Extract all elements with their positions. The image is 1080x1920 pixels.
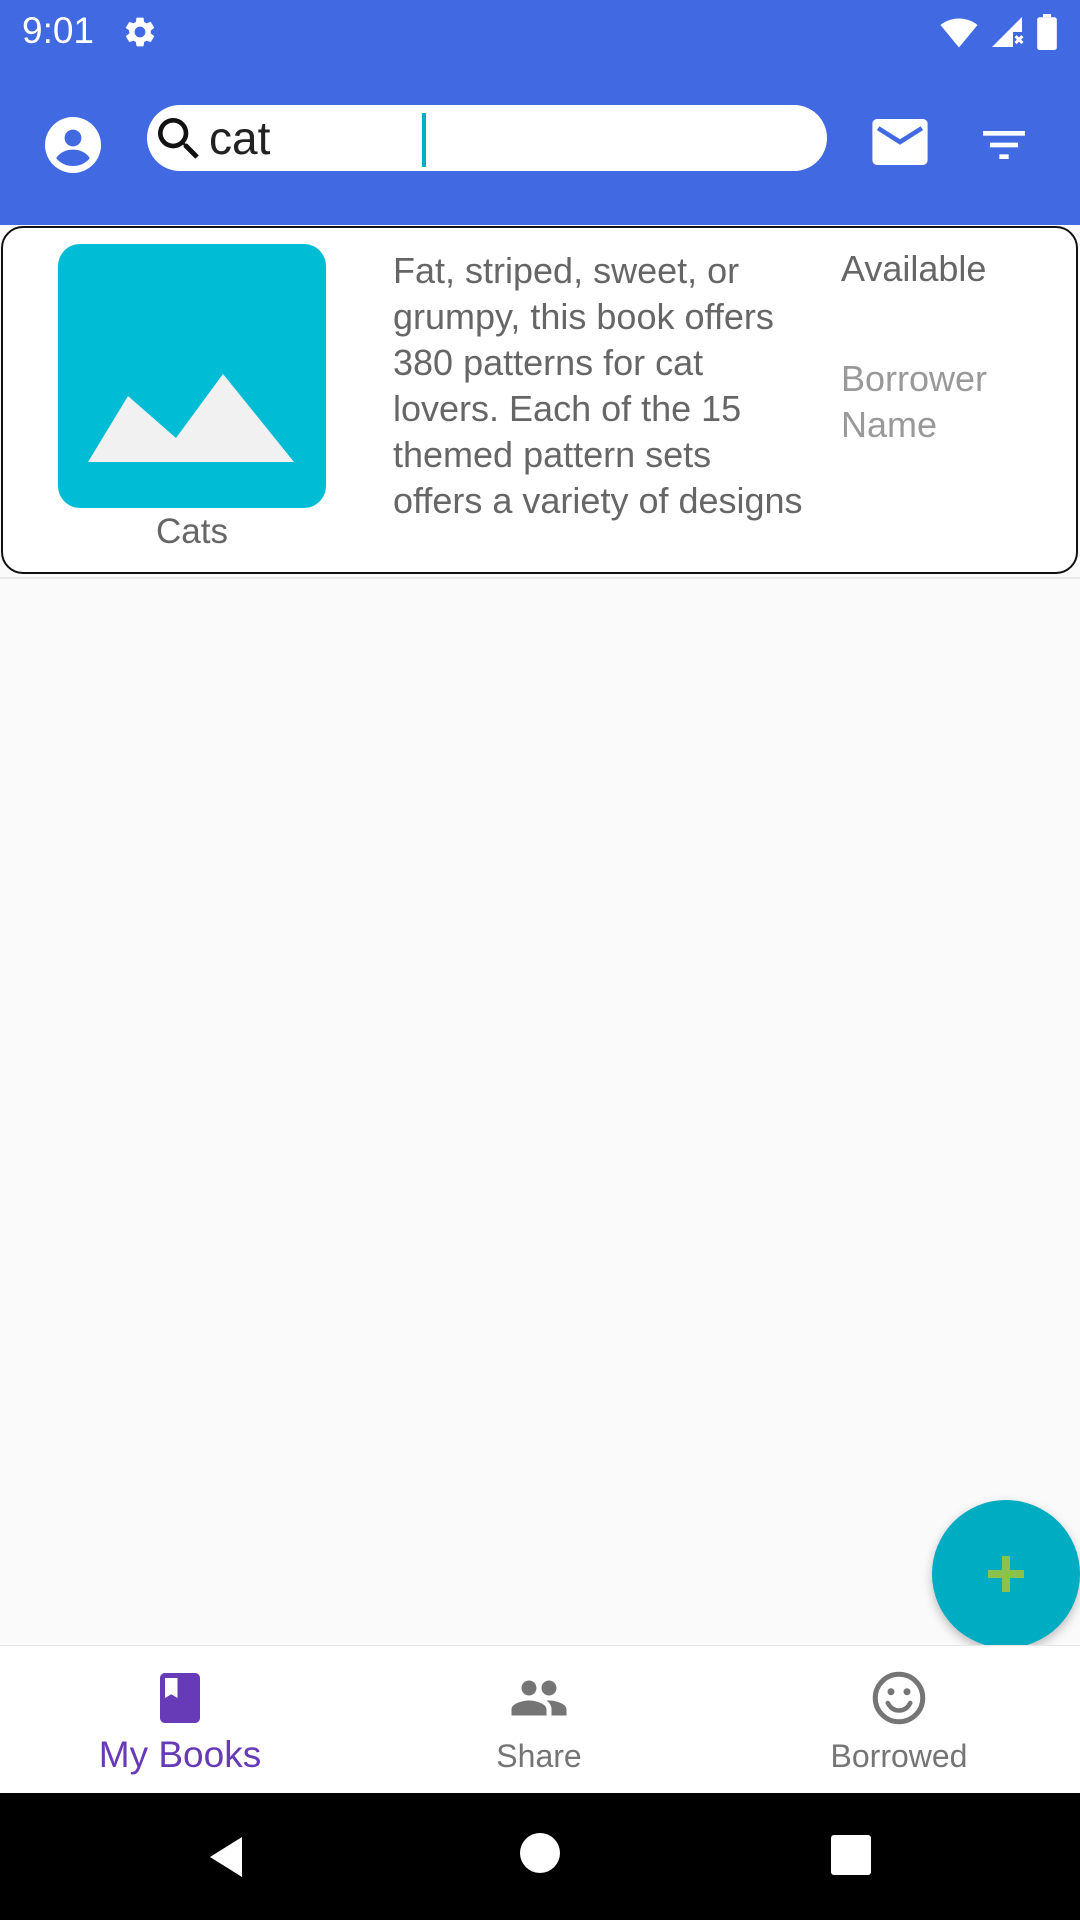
book-title: Cats [156, 512, 228, 551]
status-bar: 9:01 [0, 0, 1080, 63]
search-input[interactable] [209, 109, 789, 167]
book-cover-image [58, 244, 326, 508]
battery-icon [1037, 14, 1057, 50]
nav-share[interactable]: Share [389, 1646, 689, 1794]
filter-icon[interactable] [976, 117, 1032, 173]
smiley-icon [872, 1671, 926, 1725]
search-bar[interactable] [147, 105, 827, 171]
mail-icon[interactable] [872, 119, 928, 165]
recent-apps-icon[interactable] [831, 1835, 871, 1875]
system-navigation-bar [0, 1793, 1080, 1920]
image-placeholder-icon [88, 374, 294, 462]
back-icon[interactable] [202, 1833, 250, 1881]
add-book-button[interactable] [932, 1500, 1080, 1648]
nav-my-books[interactable]: My Books [30, 1646, 330, 1794]
nav-label-borrowed: Borrowed [830, 1738, 968, 1774]
book-status: Available [841, 248, 987, 289]
home-icon[interactable] [520, 1833, 560, 1873]
bottom-navigation: My Books Share Borrowed [0, 1645, 1080, 1794]
search-icon [158, 118, 199, 159]
account-circle-icon[interactable] [45, 117, 101, 173]
wifi-icon [940, 18, 978, 48]
cell-signal-icon [992, 17, 1024, 47]
borrower-name: Borrower Name [841, 358, 988, 445]
nav-label-my-books: My Books [98, 1734, 262, 1775]
status-indicators [940, 12, 1058, 52]
people-icon [511, 1680, 567, 1716]
nav-borrowed[interactable]: Borrowed [749, 1646, 1049, 1794]
settings-gear-icon [125, 17, 155, 47]
status-time: 9:01 [22, 10, 95, 51]
book-description: Fat, striped, sweet, or grumpy, this boo… [393, 250, 803, 521]
plus-icon [988, 1556, 1024, 1592]
book-icon [160, 1673, 200, 1723]
nav-label-share: Share [496, 1738, 582, 1774]
text-cursor [422, 113, 426, 167]
app-bar [0, 63, 1080, 225]
book-list-item[interactable]: Cats Fat, striped, sweet, or grumpy, thi… [1, 226, 1078, 574]
divider [0, 577, 1080, 579]
